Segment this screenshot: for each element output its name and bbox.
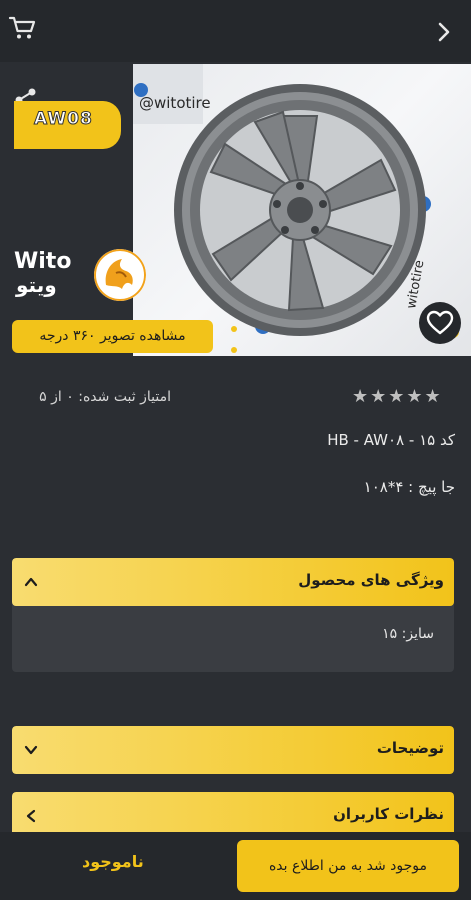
chevron-right-icon — [438, 22, 450, 42]
reviews-title: نظرات کاربران — [333, 805, 444, 823]
brand-logo — [94, 249, 146, 301]
hero-side-panel: AW08 Wito ویتو — [0, 64, 133, 356]
heart-icon — [426, 310, 454, 335]
lion-logo-icon — [94, 249, 146, 301]
svg-text:Wito: Wito — [14, 249, 71, 274]
chevron-up-icon — [24, 577, 38, 587]
features-body: سایز: ۱۵ — [12, 606, 454, 672]
brand-wordmark: Wito ویتو — [14, 249, 71, 297]
back-button[interactable] — [435, 20, 453, 44]
cart-icon — [8, 16, 36, 39]
model-badge-text: AW08 — [34, 109, 93, 130]
product-code: کد ۱۵ - HB - AW۰۸ — [327, 431, 455, 449]
chevron-down-icon — [24, 745, 38, 755]
size-spec: سایز: ۱۵ — [382, 626, 434, 642]
features-title: ویژگی های محصول — [298, 571, 444, 589]
star-rating-icon[interactable]: ★★★★★ — [352, 386, 443, 407]
product-hero: AW08 Wito ویتو @witotire witotire مشاهده… — [0, 64, 471, 356]
bottom-action-bar: موجود شد به من اطلاع بده ناموجود — [0, 832, 471, 900]
favorite-button[interactable] — [419, 302, 461, 344]
view-360-button[interactable]: مشاهده تصویر ۳۶۰ درجه — [12, 320, 213, 353]
carousel-dot[interactable] — [231, 326, 237, 332]
product-image[interactable]: @witotire witotire — [133, 64, 471, 356]
rating-row: ★★★★★ امتیاز ثبت شده: ۰ از ۵ — [0, 384, 471, 414]
bolt-pattern: جا پیچ : ۴*۱۰۸ — [363, 478, 455, 496]
model-badge: AW08 — [14, 101, 121, 149]
top-bar — [0, 0, 471, 62]
availability-status: ناموجود — [82, 852, 144, 871]
description-accordion-header[interactable]: توضیحات — [12, 726, 454, 774]
svg-text:@witotire: @witotire — [139, 94, 211, 112]
carousel-dot[interactable] — [231, 347, 237, 353]
rating-text: امتیاز ثبت شده: ۰ از ۵ — [39, 389, 171, 405]
description-accordion: توضیحات — [12, 726, 454, 774]
chevron-left-icon — [26, 809, 36, 823]
svg-text:ویتو: ویتو — [15, 273, 57, 297]
features-accordion: ویژگی های محصول سایز: ۱۵ — [12, 558, 454, 672]
cart-button[interactable] — [8, 14, 38, 42]
description-title: توضیحات — [376, 739, 444, 757]
notify-when-available-button[interactable]: موجود شد به من اطلاع بده — [237, 840, 459, 892]
features-accordion-header[interactable]: ویژگی های محصول — [12, 558, 454, 606]
